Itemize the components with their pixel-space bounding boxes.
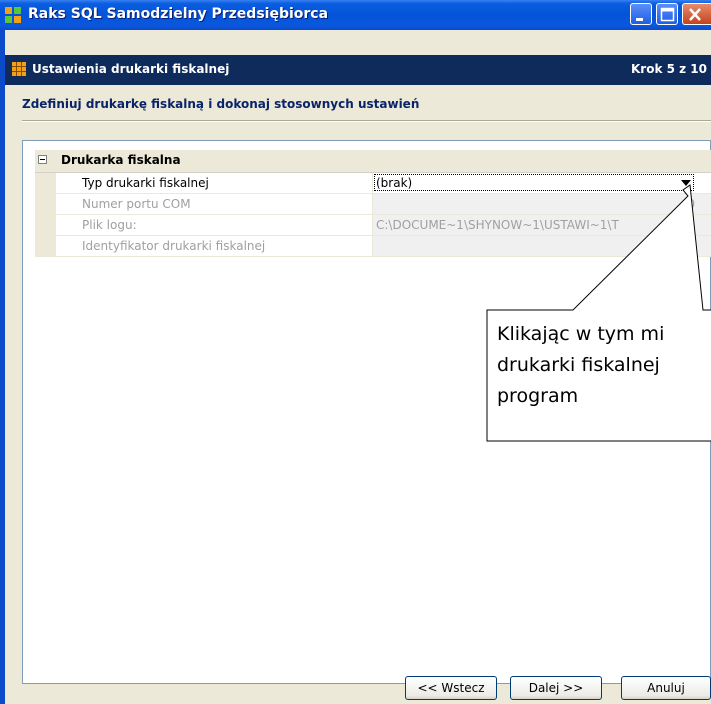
callout-text: Klikając w tym mi drukarki fiskalnej pro… (497, 319, 664, 412)
callout-line: program (497, 385, 579, 407)
wizard-window: Raks SQL Samodzielny Przedsiębiorca Usta… (0, 0, 711, 704)
callout-line: drukarki fiskalnej (497, 354, 660, 376)
callout-line: Klikając w tym mi (497, 323, 665, 345)
